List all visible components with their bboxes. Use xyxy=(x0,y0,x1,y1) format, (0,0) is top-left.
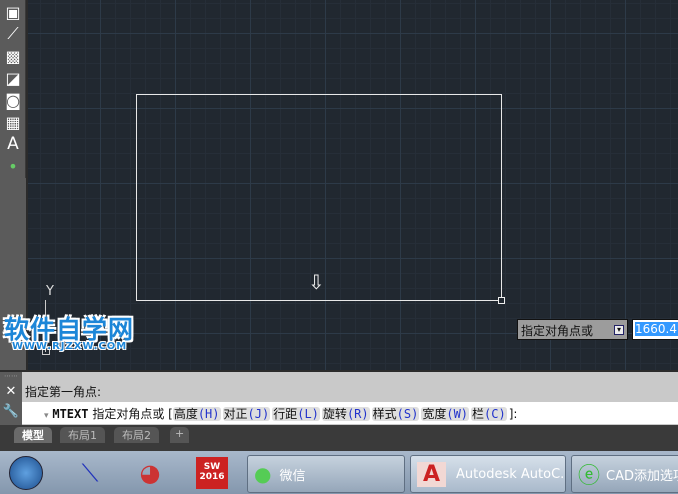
option-label: 宽度 xyxy=(422,407,447,421)
option-label: 样式 xyxy=(372,407,397,421)
ie-icon: ⓔ xyxy=(578,464,601,489)
down-arrow-icon: ⇩ xyxy=(308,270,325,294)
taskbar-wechat[interactable]: ● 微信 xyxy=(247,455,405,493)
command-option[interactable]: 高度(H) xyxy=(172,407,221,421)
option-key: (L) xyxy=(297,407,319,421)
taskbar-label: Autodesk AutoC... xyxy=(456,466,566,482)
wrench-icon[interactable]: 🔧 xyxy=(0,404,22,419)
dynamic-input-prompt: 指定对角点或 ▾ xyxy=(517,319,628,340)
taskbar-autocad[interactable]: A Autodesk AutoC... xyxy=(410,455,566,493)
command-name: MTEXT xyxy=(52,407,89,421)
block-icon[interactable]: ▣ xyxy=(3,2,23,22)
start-button[interactable] xyxy=(6,454,46,492)
option-label: 对正 xyxy=(223,407,248,421)
command-option[interactable]: 旋转(R) xyxy=(321,407,370,421)
command-window: ⋯⋯ ✕ 🔧 指定第一角点: ▾ MTEXT 指定对角点或 [高度(H) 对正(J… xyxy=(0,372,678,425)
command-option[interactable]: 行距(L) xyxy=(272,407,320,421)
command-option[interactable]: 对正(J) xyxy=(222,407,271,421)
ucs-y-label: Y xyxy=(46,284,54,299)
coordinate-value[interactable]: 1660.47 xyxy=(635,322,678,336)
prompt-suffix: ]: xyxy=(508,407,518,421)
add-layout-button[interactable]: + xyxy=(170,427,190,443)
watermark-url: WWW.RJZXW.COM xyxy=(12,341,128,352)
layout-tabs: 模型 布局1 布局2 + xyxy=(0,425,678,451)
wechat-icon: ● xyxy=(254,462,272,486)
gradient-icon[interactable]: ◪ xyxy=(3,68,23,88)
option-key: (W) xyxy=(446,407,469,421)
corner-grip xyxy=(498,297,505,304)
prompt-text: 指定对角点或 xyxy=(521,324,594,338)
point-icon[interactable]: ⟋ xyxy=(3,24,23,44)
mtext-icon[interactable]: A xyxy=(3,134,23,154)
autocad-icon: A xyxy=(417,461,447,487)
option-key: (H) xyxy=(197,407,220,421)
solidworks-icon[interactable]: SW 2016 xyxy=(192,454,232,492)
tab-layout1[interactable]: 布局1 xyxy=(60,427,105,443)
command-prompt: 指定对角点或 [ xyxy=(92,407,173,421)
taskbar: ⟍ ◕ SW 2016 ● 微信 A Autodesk AutoC... ⓔ CAD添… xyxy=(0,451,678,494)
option-key: (R) xyxy=(346,407,369,421)
option-label: 旋转 xyxy=(322,407,347,421)
dynamic-input-field[interactable]: 1660.47 xyxy=(632,319,678,340)
taskbar-label: 微信 xyxy=(279,468,306,484)
table-icon[interactable]: ▦ xyxy=(3,112,23,132)
recent-commands-icon[interactable]: ▾ xyxy=(44,411,49,421)
option-key: (J) xyxy=(247,407,270,421)
add-selected-icon[interactable]: • xyxy=(3,156,23,176)
tab-model[interactable]: 模型 xyxy=(14,427,52,443)
command-history: 指定第一角点: xyxy=(25,385,102,399)
command-input[interactable]: ▾ MTEXT 指定对角点或 [高度(H) 对正(J) 行距(L) 旋转(R) 样式(S… xyxy=(22,402,678,424)
option-key: (C) xyxy=(484,407,506,421)
solidworks-label: SW 2016 xyxy=(196,457,228,489)
command-option[interactable]: 栏(C) xyxy=(471,407,507,421)
globe-app-icon[interactable]: ◕ xyxy=(130,454,170,492)
command-window-handle: ⋯⋯ ✕ 🔧 xyxy=(0,372,22,425)
pointer-app-icon[interactable]: ⟍ xyxy=(70,454,110,492)
draw-toolbar: ▣ ⟋ ▩ ◪ ◙ ▦ A • xyxy=(0,0,26,178)
option-key: (S) xyxy=(396,407,419,421)
taskbar-browser[interactable]: ⓔ CAD添加选项 xyxy=(571,455,678,493)
hatch-icon[interactable]: ▩ xyxy=(3,46,23,66)
tab-layout2[interactable]: 布局2 xyxy=(114,427,159,443)
option-label: 高度 xyxy=(173,407,198,421)
command-option[interactable]: 样式(S) xyxy=(371,407,420,421)
grip-icon[interactable]: ⋯⋯ xyxy=(0,372,22,384)
option-label: 栏 xyxy=(472,407,485,421)
close-icon[interactable]: ✕ xyxy=(0,384,22,404)
option-label: 行距 xyxy=(273,407,298,421)
command-option[interactable]: 宽度(W) xyxy=(421,407,470,421)
taskbar-label: CAD添加选项 xyxy=(606,468,678,484)
region-icon[interactable]: ◙ xyxy=(3,90,23,110)
dropdown-icon[interactable]: ▾ xyxy=(614,325,624,335)
